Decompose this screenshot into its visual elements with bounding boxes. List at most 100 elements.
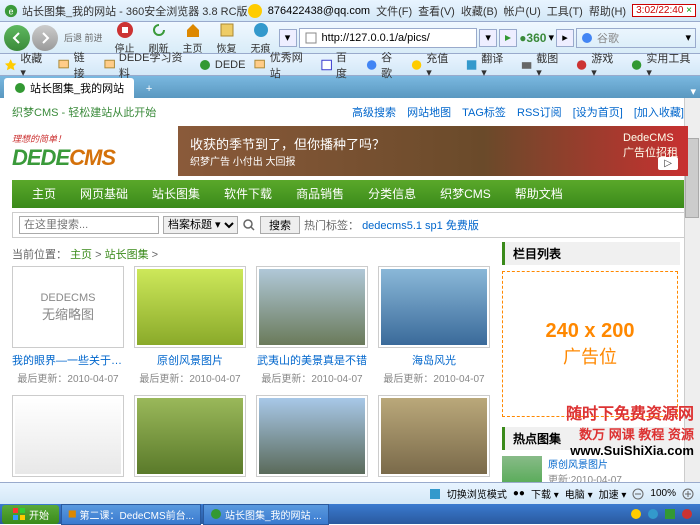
search-engine-box[interactable]: 谷歌 ▾ xyxy=(576,28,696,48)
nav-basics[interactable]: 网页基础 xyxy=(68,180,140,208)
status-speed[interactable]: 加速 ▾ xyxy=(599,486,627,501)
card-thumbnail[interactable] xyxy=(378,266,490,348)
bm-recharge[interactable]: 充值 ▾ xyxy=(410,50,455,79)
link-tags[interactable]: TAG标签 xyxy=(462,107,506,119)
brand-dropdown[interactable]: ▾ xyxy=(548,31,554,44)
site-logo[interactable]: 理想的简单！ DEDECMS xyxy=(12,126,172,176)
hot-item[interactable]: 原创风景图片 更新:2010-04-07 xyxy=(502,456,680,482)
crumb-home[interactable]: 主页 xyxy=(70,249,92,261)
bm-google[interactable]: 谷歌 xyxy=(365,49,402,81)
bm-links[interactable]: 链接 xyxy=(57,49,94,81)
gallery-card[interactable]: 琉连忘返的宿雾大道最后更新：2010-04-07 xyxy=(256,395,368,482)
ad-placeholder[interactable]: 240 x 200 广告位 xyxy=(502,271,678,417)
search-type-select[interactable]: 档案标题 ▾ xyxy=(163,216,238,234)
qq-icon[interactable] xyxy=(248,4,262,18)
system-tray[interactable] xyxy=(625,507,698,521)
tray-icon[interactable] xyxy=(663,507,677,521)
menu-view[interactable]: 查看(V) xyxy=(418,3,455,19)
gallery-card[interactable]: DedeCMS产品相关截图最后更新：2010-04-07 xyxy=(12,395,124,482)
card-title[interactable]: 琉连忘返的宿雾大道 xyxy=(256,481,368,482)
card-thumbnail[interactable] xyxy=(12,395,124,477)
bm-dede-study[interactable]: DEDE学习资料 xyxy=(103,49,190,81)
zoom-in-icon[interactable] xyxy=(682,488,694,500)
menu-help[interactable]: 帮助(H) xyxy=(589,3,626,19)
tray-icon[interactable] xyxy=(680,507,694,521)
bm-games[interactable]: 游戏 ▾ xyxy=(575,50,620,79)
bm-translate[interactable]: 翻译 ▾ xyxy=(465,50,510,79)
gallery-card[interactable]: 海岛风光最后更新：2010-04-07 xyxy=(378,266,490,385)
start-button[interactable]: 开始 xyxy=(2,505,59,524)
card-title[interactable]: 原创风景图片 xyxy=(134,352,246,368)
hot-tag-link[interactable]: dedecms5.1 sp1 免费版 xyxy=(362,220,479,232)
card-title[interactable]: 农家小院丝瓜架下 xyxy=(134,481,246,482)
bm-dede[interactable]: DEDE xyxy=(198,58,246,72)
restore-button[interactable]: 恢复 xyxy=(211,21,243,55)
search-go[interactable]: ▸ xyxy=(556,29,574,47)
card-thumbnail[interactable]: DEDECMS无缩略图 xyxy=(12,266,124,348)
banner-play-icon[interactable]: ▷ xyxy=(658,157,678,170)
gallery-card[interactable]: DEDECMS无缩略图我的眼界—一些关于花的照片最后更新：2010-04-07 xyxy=(12,266,124,385)
back-button[interactable] xyxy=(4,25,30,51)
mode-switch[interactable]: 切换浏览模式 xyxy=(447,486,507,501)
addr-go2[interactable] xyxy=(499,29,517,47)
gallery-card[interactable]: 原创风景图片最后更新：2010-04-07 xyxy=(134,266,246,385)
task-item-2[interactable]: 站长图集_我的网站 ... xyxy=(203,504,329,525)
gallery-card[interactable]: 武夷山的美景真是不错最后更新：2010-04-07 xyxy=(256,266,368,385)
bm-tools[interactable]: 实用工具 ▾ xyxy=(630,50,696,79)
page-content: 织梦CMS - 轻松建站从此开始 高级搜索 网站地图 TAG标签 RSS订阅 [… xyxy=(0,98,700,482)
card-thumbnail[interactable] xyxy=(378,395,490,477)
menu-account[interactable]: 帐户(U) xyxy=(504,3,541,19)
nav-download[interactable]: 软件下载 xyxy=(212,180,284,208)
address-bar[interactable]: http://127.0.0.1/a/pics/ xyxy=(299,28,478,48)
tab-add-button[interactable]: + xyxy=(140,80,158,98)
menu-tools[interactable]: 工具(T) xyxy=(547,3,583,19)
nav-dedecms[interactable]: 织梦CMS xyxy=(428,180,503,208)
nav-gallery[interactable]: 站长图集 xyxy=(140,180,212,208)
link-sitemap[interactable]: 网站地图 xyxy=(407,107,451,119)
crumb-category[interactable]: 站长图集 xyxy=(105,249,149,261)
card-title[interactable]: 海岛风光 xyxy=(378,352,490,368)
clock-widget[interactable]: 3:02/22:40 × xyxy=(632,4,696,17)
tab-menu-icon[interactable]: ▾ xyxy=(690,85,696,98)
bm-baidu[interactable]: 百度 xyxy=(320,49,357,81)
task-item-1[interactable]: 第二课：DedeCMS前台... xyxy=(61,504,201,525)
nav-classified[interactable]: 分类信息 xyxy=(356,180,428,208)
addr-dropdown[interactable]: ▾ xyxy=(279,29,297,47)
qq-account[interactable]: 876422438@qq.com xyxy=(268,5,370,17)
nav-sales[interactable]: 商品销售 xyxy=(284,180,356,208)
card-title[interactable]: 我的眼界—一些关于花的照片 xyxy=(12,352,124,368)
link-rss[interactable]: RSS订阅 xyxy=(517,107,562,119)
link-addfav[interactable]: [加入收藏] xyxy=(634,107,684,119)
tab-active[interactable]: 站长图集_我的网站 xyxy=(4,78,134,98)
tray-icon[interactable] xyxy=(646,507,660,521)
nav-home[interactable]: 主页 xyxy=(20,180,68,208)
link-sethome[interactable]: [设为首页] xyxy=(573,107,623,119)
hot-thumb xyxy=(502,456,542,482)
search-button[interactable]: 搜索 xyxy=(260,216,300,234)
site-search-input[interactable] xyxy=(19,216,159,234)
window-titlebar: e 站长图集_我的网站 - 360安全浏览器 3.8 RC版 876422438… xyxy=(0,0,700,22)
card-thumbnail[interactable] xyxy=(134,266,246,348)
card-thumbnail[interactable] xyxy=(256,395,368,477)
card-title[interactable]: DedeCMS产品相关截图 xyxy=(12,481,124,482)
gallery-card[interactable]: 农家小院丝瓜架下最后更新：2010-04-07 xyxy=(134,395,246,482)
card-thumbnail[interactable] xyxy=(256,266,368,348)
card-title[interactable]: 美丽的风景尽收眼底 xyxy=(378,481,490,482)
addr-go[interactable]: ▾ xyxy=(479,29,497,47)
nav-help[interactable]: 帮助文档 xyxy=(503,180,575,208)
gallery-card[interactable]: 美丽的风景尽收眼底最后更新：2010-04-07 xyxy=(378,395,490,482)
status-pc[interactable]: 电脑 ▾ xyxy=(565,486,593,501)
card-title[interactable]: 武夷山的美景真是不错 xyxy=(256,352,368,368)
bm-favorites[interactable]: 收藏 ▾ xyxy=(4,50,49,79)
tray-icon[interactable] xyxy=(629,507,643,521)
forward-button[interactable] xyxy=(32,25,58,51)
card-thumbnail[interactable] xyxy=(134,395,246,477)
status-download[interactable]: 下载 ▾ xyxy=(531,486,559,501)
header-banner[interactable]: 收获的季节到了，但你播种了吗？ 织梦广告 小付出 大回报 DedeCMS 广告位… xyxy=(178,126,688,176)
bm-sites[interactable]: 优秀网站 xyxy=(253,49,311,81)
menu-fav[interactable]: 收藏(B) xyxy=(461,3,498,19)
link-advsearch[interactable]: 高级搜索 xyxy=(352,107,396,119)
zoom-out-icon[interactable] xyxy=(632,488,644,500)
bm-screenshot[interactable]: 截图 ▾ xyxy=(520,50,565,79)
menu-file[interactable]: 文件(F) xyxy=(376,3,412,19)
